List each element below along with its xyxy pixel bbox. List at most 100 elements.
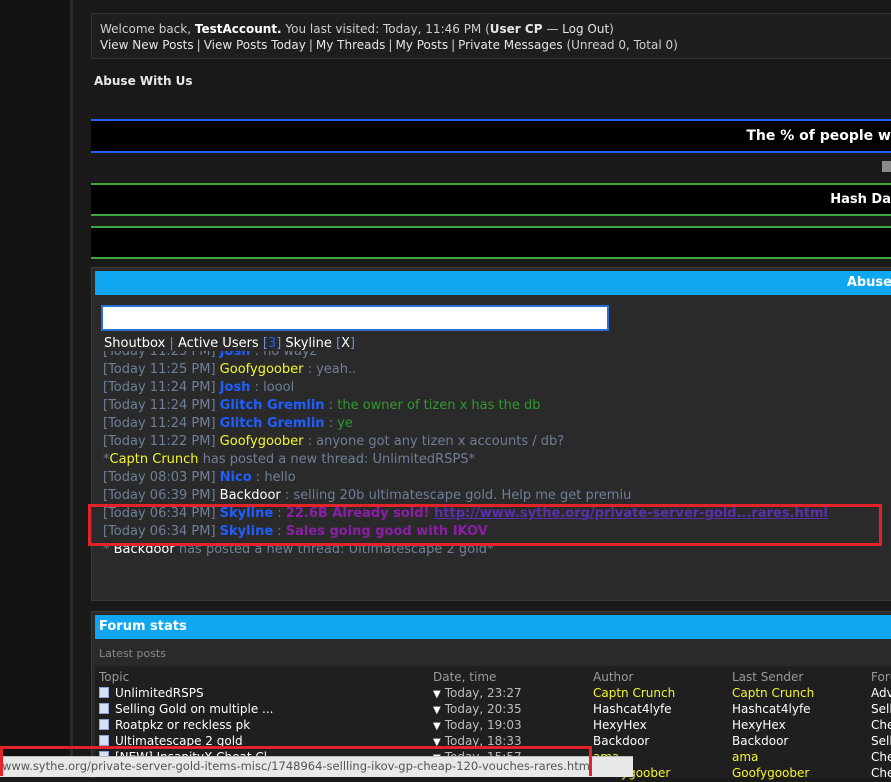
- table-row[interactable]: Selling Gold on multiple ... ▼ Today, 20:…: [95, 702, 891, 718]
- table-row[interactable]: UnlimitedRSPS ▼ Today, 23:27 Captn Crunch…: [95, 686, 891, 702]
- message-text: selling 20b ultimatescape gold. Help me …: [293, 488, 632, 503]
- active-users-count: 3: [267, 336, 277, 351]
- announcement-bar-green: Hash Da: [91, 183, 891, 216]
- col-date: Date, time: [433, 670, 497, 684]
- last-sender[interactable]: Backdoor: [732, 734, 788, 748]
- collapse-icon[interactable]: [882, 161, 891, 172]
- timestamp: [Today 11:25 PM]: [103, 362, 216, 377]
- announcement-text: The % of people w: [746, 128, 891, 144]
- forum[interactable]: Che: [871, 766, 891, 780]
- col-topic: Topic: [99, 670, 130, 684]
- last-sender[interactable]: HexyHex: [732, 718, 786, 732]
- username[interactable]: Backdoor: [220, 488, 281, 503]
- author[interactable]: Captn Crunch: [593, 686, 675, 700]
- paren: ): [609, 22, 614, 36]
- last-sender[interactable]: Captn Crunch: [732, 686, 814, 700]
- user-cp-link[interactable]: User CP: [490, 22, 543, 36]
- separator: |: [388, 38, 393, 52]
- author[interactable]: Backdoor: [593, 734, 649, 748]
- colon: :: [280, 488, 294, 503]
- announcement-bar-blue: The % of people w: [91, 119, 891, 153]
- message-text: anyone got any tizen x accounts / db?: [316, 434, 565, 449]
- username[interactable]: Josh: [220, 351, 251, 359]
- shout-message: [Today 11:22 PM] Goofygoober : anyone go…: [103, 433, 891, 451]
- author[interactable]: HexyHex: [593, 718, 647, 732]
- last-sender[interactable]: Hashcat4lyfe: [732, 702, 811, 716]
- username[interactable]: Nico: [220, 470, 252, 485]
- tab-active-users[interactable]: Active Users: [178, 336, 259, 351]
- tab-sep: ]: [350, 336, 356, 351]
- colon: :: [251, 470, 265, 485]
- shoutbox-input[interactable]: [101, 305, 609, 331]
- table-row[interactable]: Roatpkz or reckless pk ▼ Today, 19:03 Hex…: [95, 718, 891, 734]
- last-visit-text: You last visited: Today, 11:46 PM (: [281, 22, 490, 36]
- thread-icon: [99, 687, 109, 698]
- username[interactable]: Glitch Gremlin: [220, 398, 325, 413]
- message-text: ye: [337, 416, 353, 431]
- timestamp: [Today 11:22 PM]: [103, 434, 216, 449]
- timestamp: [Today 06:39 PM]: [103, 488, 216, 503]
- highlight-box: [88, 504, 882, 546]
- arrow-down-icon: ▼: [433, 689, 441, 700]
- view-new-posts-link[interactable]: View New Posts: [100, 38, 194, 52]
- close-tab-button[interactable]: X: [341, 336, 350, 351]
- my-threads-link[interactable]: My Threads: [316, 38, 385, 52]
- colon: :: [250, 351, 264, 359]
- shoutbox-panel: Abuse Shoutbox | Active Users [3] Skylin…: [91, 267, 891, 601]
- username[interactable]: Goofygoober: [220, 434, 304, 449]
- system-text: has posted a new thread: UnlimitedRSPS*: [198, 452, 475, 467]
- last-sender[interactable]: ama: [732, 750, 758, 764]
- left-sidebar-strip: [0, 0, 70, 776]
- timestamp: [Today 11:25 PM]: [103, 351, 216, 359]
- forum[interactable]: Che: [871, 718, 891, 732]
- topic-link[interactable]: Selling Gold on multiple ...: [115, 702, 273, 716]
- timestamp: [Today 11:24 PM]: [103, 380, 216, 395]
- logout-link[interactable]: Log Out: [562, 22, 609, 36]
- message-text: hello: [264, 470, 296, 485]
- private-messages-link[interactable]: Private Messages: [458, 38, 563, 52]
- tab-skyline[interactable]: Skyline: [285, 336, 331, 351]
- last-sender[interactable]: Goofygoober: [732, 766, 809, 780]
- system-message: *Captn Crunch has posted a new thread: U…: [103, 451, 891, 469]
- dash: —: [542, 22, 563, 36]
- welcome-line: Welcome back, TestAccount. You last visi…: [100, 22, 614, 36]
- page-title: Abuse With Us: [94, 74, 193, 88]
- colon: :: [324, 416, 338, 431]
- message-text: no wayz: [263, 351, 317, 359]
- forum[interactable]: Che: [871, 750, 891, 764]
- col-forum: Foru: [871, 670, 891, 684]
- thread-icon: [99, 735, 109, 746]
- shoutbox-tabs: Shoutbox | Active Users [3] Skyline [X]: [104, 336, 355, 351]
- username[interactable]: Goofygoober: [220, 362, 304, 377]
- separator: |: [451, 38, 456, 52]
- shoutbox-title: Abuse: [846, 275, 891, 290]
- forum[interactable]: Sell: [871, 702, 891, 716]
- view-posts-today-link[interactable]: View Posts Today: [204, 38, 306, 52]
- col-author: Author: [593, 670, 634, 684]
- date: Today, 20:35: [444, 702, 522, 716]
- topic-link[interactable]: Roatpkz or reckless pk: [115, 718, 250, 732]
- forum[interactable]: Adv: [871, 686, 891, 700]
- highlight-box-status: [0, 746, 592, 776]
- username[interactable]: Captn Crunch: [110, 452, 199, 467]
- message-text: loool: [263, 380, 295, 395]
- shout-message: [Today 08:03 PM] Nico : hello: [103, 469, 891, 487]
- username[interactable]: Glitch Gremlin: [220, 416, 325, 431]
- col-last-sender: Last Sender: [732, 670, 804, 684]
- forum-stats-header: Forum stats: [95, 615, 891, 639]
- colon: :: [250, 380, 264, 395]
- author[interactable]: Hashcat4lyfe: [593, 702, 672, 716]
- forum[interactable]: Sell: [871, 734, 891, 748]
- topic-link[interactable]: UnlimitedRSPS: [115, 686, 204, 700]
- thread-icon: [99, 719, 109, 730]
- tab-sep: |: [169, 336, 174, 351]
- my-posts-link[interactable]: My Posts: [395, 38, 448, 52]
- message-text: yeah..: [316, 362, 357, 377]
- username[interactable]: Josh: [220, 380, 251, 395]
- announcement-bar-green-empty: [91, 226, 891, 259]
- timestamp: [Today 11:24 PM]: [103, 398, 216, 413]
- shout-message: [Today 11:25 PM] Josh : no wayz: [103, 351, 891, 361]
- arrow-down-icon: ▼: [433, 721, 441, 732]
- timestamp: [Today 11:24 PM]: [103, 416, 216, 431]
- tab-shoutbox[interactable]: Shoutbox: [104, 336, 165, 351]
